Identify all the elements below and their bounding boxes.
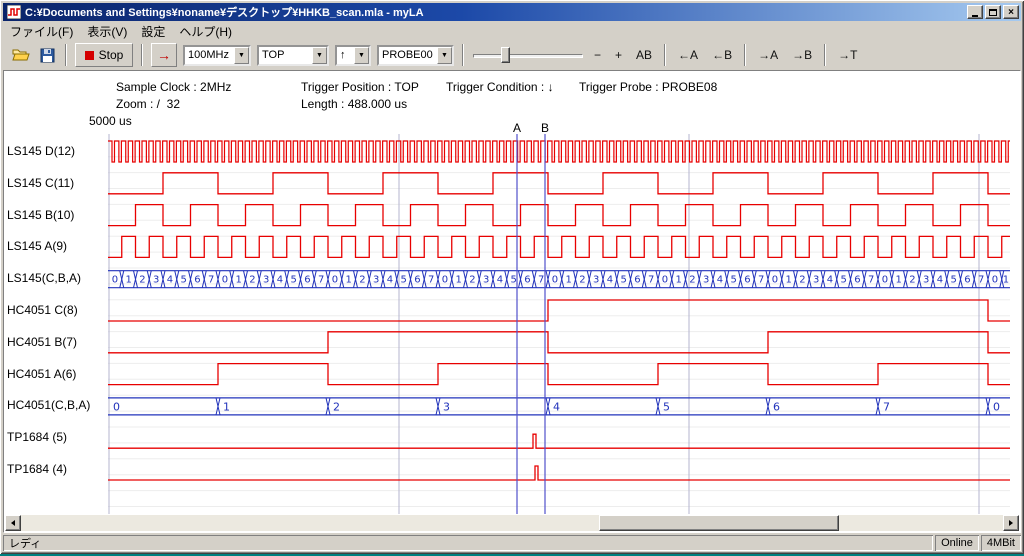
trigger-probe-label: Trigger Probe : PROBE08	[579, 80, 717, 94]
maximize-icon	[989, 9, 997, 16]
menu-view[interactable]: 表示(V)	[80, 22, 134, 41]
chevron-down-icon[interactable]: ▼	[437, 47, 452, 64]
zoom-label: Zoom : / 32	[116, 97, 180, 111]
trigger-edge-select[interactable]: ↑ ▼	[335, 45, 371, 66]
menu-file[interactable]: ファイル(F)	[3, 22, 80, 41]
clock-select[interactable]: 100MHz ▼	[183, 45, 251, 66]
trigger-condition-label: Trigger Condition : ↓	[446, 80, 554, 94]
status-message: レディ	[3, 535, 933, 551]
probe-select-value: PROBE00	[379, 47, 437, 64]
chevron-down-icon[interactable]: ▼	[354, 47, 369, 64]
goto-a-left-button[interactable]: ←A	[672, 44, 704, 66]
zoom-slider-thumb[interactable]	[501, 47, 510, 63]
sample-clock-label: Sample Clock : 2MHz	[116, 80, 231, 94]
window-title: C:¥Documents and Settings¥noname¥デスクトップ¥…	[25, 4, 965, 20]
zoom-in-button[interactable]: +	[609, 44, 628, 66]
goto-b-left-button[interactable]: ←B	[706, 44, 738, 66]
run-button[interactable]: →	[151, 43, 177, 67]
goto-a-right-button[interactable]: →A	[752, 44, 784, 66]
scrollbar-thumb[interactable]	[599, 515, 839, 531]
chevron-down-icon[interactable]: ▼	[312, 47, 327, 64]
toolbar-separator	[141, 44, 143, 66]
minimize-icon	[972, 15, 978, 17]
app-window: C:¥Documents and Settings¥noname¥デスクトップ¥…	[0, 0, 1024, 554]
stop-label: Stop	[99, 48, 124, 62]
run-arrow-icon: →	[157, 48, 171, 62]
chevron-down-icon[interactable]: ▼	[234, 47, 249, 64]
zoom-slider[interactable]	[473, 44, 583, 66]
scroll-left-button[interactable]	[5, 515, 21, 531]
open-file-button[interactable]	[8, 43, 34, 67]
ab-cursor-button[interactable]: AB	[630, 44, 658, 66]
toolbar-separator	[664, 44, 666, 66]
open-folder-icon	[12, 48, 30, 62]
menubar: ファイル(F) 表示(V) 設定 ヘルプ(H)	[3, 22, 1021, 40]
statusbar: レディ Online 4MBit	[3, 533, 1021, 551]
goto-b-right-button[interactable]: →B	[786, 44, 818, 66]
scroll-left-icon	[11, 520, 15, 526]
status-online-badge: Online	[935, 535, 979, 551]
cursor-b-label: B	[541, 121, 549, 135]
minimize-button[interactable]	[967, 5, 983, 19]
trigger-position-select[interactable]: TOP ▼	[257, 45, 329, 66]
stop-icon	[85, 51, 94, 60]
save-floppy-icon	[40, 48, 55, 63]
trigger-position-label: Trigger Position : TOP	[301, 80, 419, 94]
toolbar-separator	[462, 44, 464, 66]
zoom-out-button[interactable]: −	[588, 44, 607, 66]
maximize-button[interactable]	[985, 5, 1001, 19]
stop-button[interactable]: Stop	[75, 43, 133, 67]
horizontal-scrollbar[interactable]	[5, 515, 1019, 531]
goto-trigger-button[interactable]: →T	[832, 44, 863, 66]
menu-settings[interactable]: 設定	[134, 22, 172, 41]
status-memory-badge: 4MBit	[981, 535, 1021, 551]
waveform-panel: Sample Clock : 2MHz Trigger Position : T…	[3, 70, 1021, 533]
app-icon	[7, 5, 21, 19]
length-label: Length : 488.000 us	[301, 97, 407, 111]
toolbar-separator	[65, 44, 67, 66]
menu-help[interactable]: ヘルプ(H)	[172, 22, 239, 41]
toolbar: Stop → 100MHz ▼ TOP ▼ ↑ ▼ PROBE00 ▼ − + …	[3, 40, 1021, 70]
save-button[interactable]	[34, 43, 60, 67]
window-controls: ×	[965, 5, 1019, 19]
toolbar-separator	[824, 44, 826, 66]
cursor-a-label: A	[513, 121, 521, 135]
titlebar[interactable]: C:¥Documents and Settings¥noname¥デスクトップ¥…	[3, 3, 1021, 21]
trigger-position-value: TOP	[259, 47, 312, 64]
trigger-edge-value: ↑	[337, 47, 354, 64]
toolbar-separator	[744, 44, 746, 66]
time-scale-label: 5000 us	[89, 114, 132, 128]
probe-select[interactable]: PROBE00 ▼	[377, 45, 454, 66]
clock-select-value: 100MHz	[185, 47, 234, 64]
zoom-slider-track	[473, 54, 583, 58]
scroll-right-button[interactable]	[1003, 515, 1019, 531]
scroll-right-icon	[1009, 520, 1013, 526]
close-button[interactable]: ×	[1003, 5, 1019, 19]
